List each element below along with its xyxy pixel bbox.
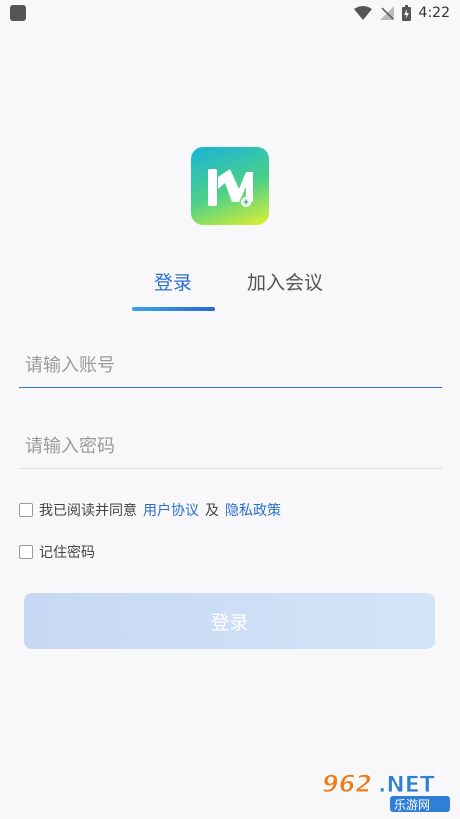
svg-text:.NET: .NET: [378, 773, 435, 798]
password-input[interactable]: [19, 424, 442, 468]
agreement-text: 我已阅读并同意: [39, 503, 137, 519]
agreement-checkbox[interactable]: [19, 503, 33, 517]
battery-charging-icon: [401, 5, 411, 21]
status-icons: 4:22: [353, 3, 450, 23]
user-agreement-link[interactable]: 用户协议: [143, 500, 199, 520]
remember-password-label: 记住密码: [39, 545, 95, 561]
remember-password-checkbox[interactable]: [19, 545, 33, 559]
svg-text:乐游网: 乐游网: [394, 798, 430, 812]
notification-icon: [10, 5, 26, 21]
no-signal-icon: [379, 6, 394, 20]
agreement-and-text: 及: [205, 503, 219, 519]
remember-password-row: 记住密码: [19, 542, 95, 562]
login-button[interactable]: 登录: [24, 593, 435, 649]
svg-text:962: 962: [322, 770, 372, 798]
wifi-icon: [353, 6, 372, 20]
tab-login[interactable]: 登录: [154, 268, 192, 295]
account-input[interactable]: [19, 343, 442, 387]
agreement-row: 我已阅读并同意 用户协议 及 隐私政策: [19, 500, 287, 520]
privacy-policy-link[interactable]: 隐私政策: [225, 500, 281, 520]
clock: 4:22: [418, 5, 450, 21]
tab-join-meeting[interactable]: 加入会议: [247, 268, 323, 295]
account-field-container: [19, 343, 442, 388]
password-field-container: [19, 424, 442, 469]
app-logo: [191, 147, 269, 225]
active-tab-indicator: [132, 307, 215, 311]
status-bar: 4:22: [0, 0, 460, 26]
watermark-logo: 962 .NET 乐游网: [322, 770, 450, 812]
